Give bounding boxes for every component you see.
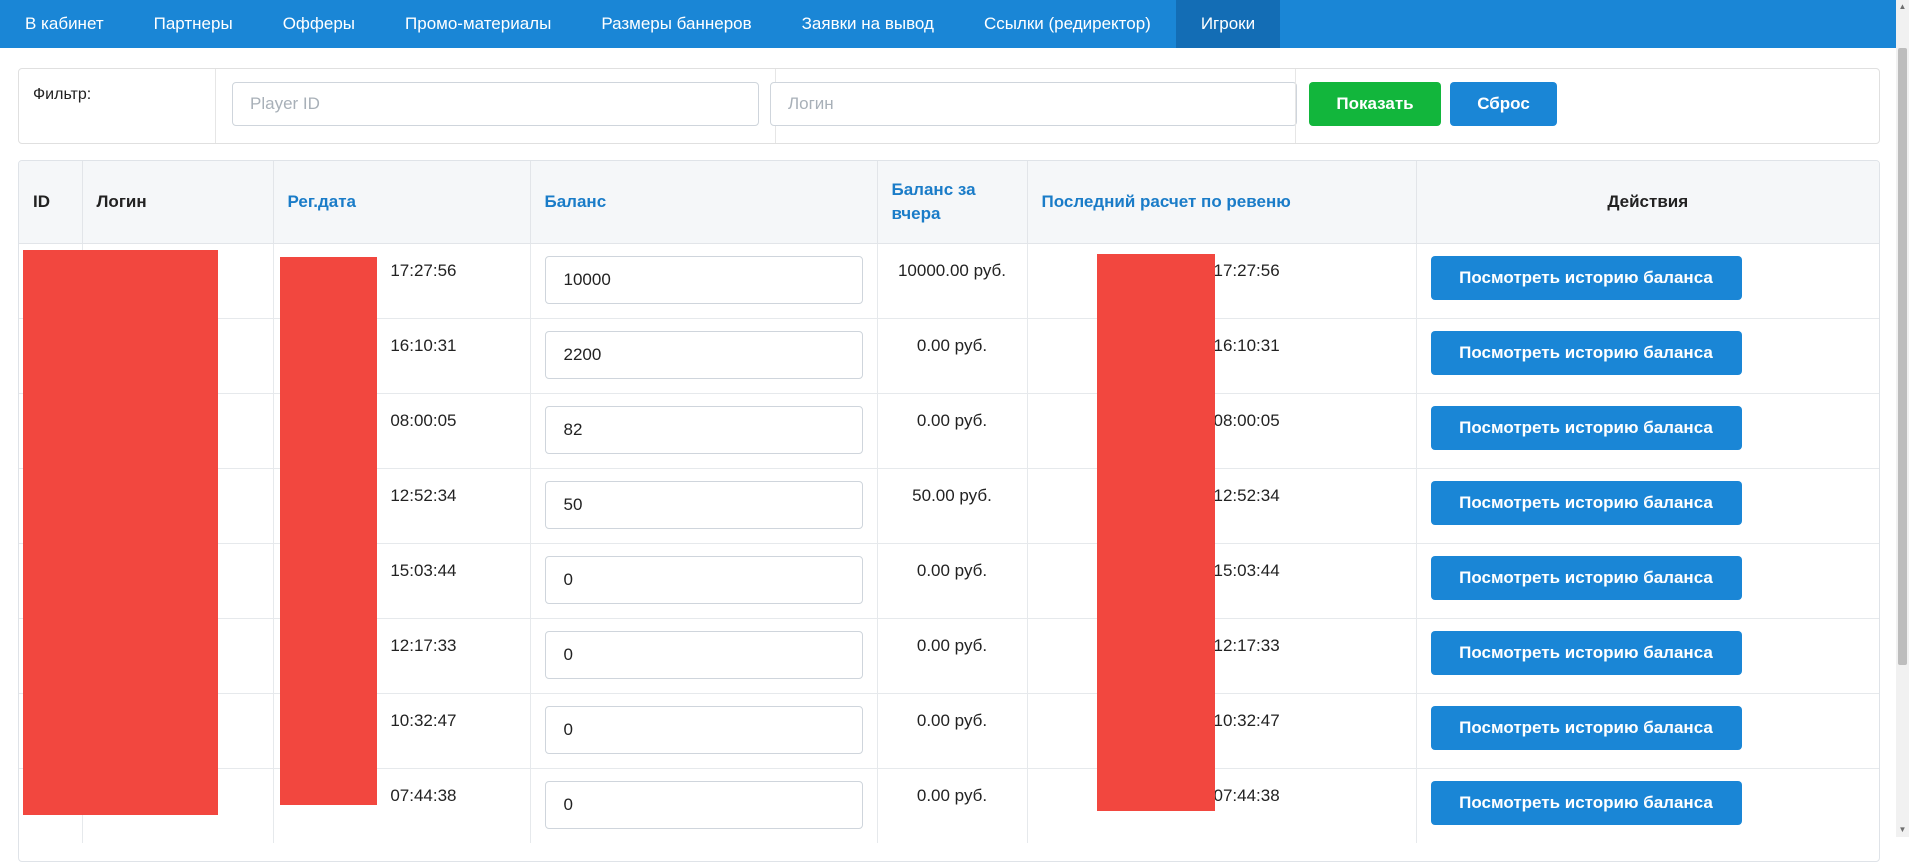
scroll-thumb[interactable] bbox=[1898, 48, 1907, 665]
table-header-row: ID Логин Рег.дата Баланс Баланс за вчера… bbox=[19, 161, 1879, 244]
reg-time: 16:10:31 bbox=[390, 335, 457, 355]
view-balance-history-button[interactable]: Посмотреть историю баланса bbox=[1430, 255, 1742, 300]
cell-balance-yesterday: 0.00 руб. bbox=[877, 392, 1028, 468]
cell-last-revenue-calc: 10:32:47 bbox=[1027, 692, 1417, 768]
cell-balance bbox=[530, 767, 878, 843]
filter-divider bbox=[1295, 69, 1296, 143]
reset-button[interactable]: Сброс bbox=[1450, 82, 1557, 126]
balance-input[interactable] bbox=[544, 405, 863, 454]
reg-time: 08:00:05 bbox=[390, 410, 457, 430]
column-header-last-revenue-calc[interactable]: Последний расчет по ревеню bbox=[1027, 161, 1417, 244]
cell-actions: Посмотреть историю баланса bbox=[1416, 317, 1879, 393]
cell-balance-yesterday: 0.00 руб. bbox=[877, 317, 1028, 393]
balance-input[interactable] bbox=[544, 630, 863, 679]
reg-time: 10:32:47 bbox=[390, 710, 457, 730]
nav-item-partners[interactable]: Партнеры bbox=[129, 0, 258, 48]
last-calc-time: 15:03:44 bbox=[1213, 560, 1280, 580]
cell-actions: Посмотреть историю баланса bbox=[1416, 242, 1879, 318]
cell-balance bbox=[530, 242, 878, 318]
cell-balance-yesterday: 10000.00 руб. bbox=[877, 242, 1028, 318]
cell-last-revenue-calc: 08:00:05 bbox=[1027, 392, 1417, 468]
nav-item-redirector-links[interactable]: Ссылки (редиректор) bbox=[959, 0, 1176, 48]
reg-time: 17:27:56 bbox=[390, 260, 457, 280]
balance-input[interactable] bbox=[544, 780, 863, 829]
cell-actions: Посмотреть историю баланса bbox=[1416, 542, 1879, 618]
view-balance-history-button[interactable]: Посмотреть историю баланса bbox=[1430, 780, 1742, 825]
filter-divider bbox=[215, 69, 216, 143]
reg-time: 15:03:44 bbox=[390, 560, 457, 580]
cell-last-revenue-calc: 15:03:44 bbox=[1027, 542, 1417, 618]
last-calc-time: 07:44:38 bbox=[1213, 785, 1280, 805]
cell-actions: Посмотреть историю баланса bbox=[1416, 692, 1879, 768]
reg-time: 12:52:34 bbox=[390, 485, 457, 505]
view-balance-history-button[interactable]: Посмотреть историю баланса bbox=[1430, 630, 1742, 675]
nav-item-withdrawal-requests[interactable]: Заявки на вывод bbox=[777, 0, 959, 48]
column-header-balance[interactable]: Баланс bbox=[530, 161, 878, 244]
balance-input[interactable] bbox=[544, 480, 863, 529]
view-balance-history-button[interactable]: Посмотреть историю баланса bbox=[1430, 405, 1742, 450]
redacted-reg-date-block bbox=[280, 257, 377, 805]
cell-balance bbox=[530, 692, 878, 768]
login-input[interactable] bbox=[770, 82, 1297, 126]
cell-balance bbox=[530, 317, 878, 393]
filter-label: Фильтр: bbox=[33, 86, 92, 103]
column-header-actions: Действия bbox=[1416, 161, 1879, 244]
view-balance-history-button[interactable]: Посмотреть историю баланса bbox=[1430, 705, 1742, 750]
player-id-input[interactable] bbox=[232, 82, 759, 126]
cell-balance bbox=[530, 392, 878, 468]
column-header-reg-date[interactable]: Рег.дата bbox=[273, 161, 531, 244]
cell-last-revenue-calc: 07:44:38 bbox=[1027, 767, 1417, 843]
page-scrollbar[interactable]: ▲ ▼ bbox=[1896, 0, 1909, 837]
cell-balance-yesterday: 0.00 руб. bbox=[877, 617, 1028, 693]
cell-last-revenue-calc: 16:10:31 bbox=[1027, 317, 1417, 393]
filter-panel: Фильтр: Показать Сброс bbox=[18, 68, 1880, 144]
cell-balance bbox=[530, 467, 878, 543]
cell-actions: Посмотреть историю баланса bbox=[1416, 392, 1879, 468]
balance-input[interactable] bbox=[544, 705, 863, 754]
last-calc-time: 10:32:47 bbox=[1213, 710, 1280, 730]
cell-last-revenue-calc: 12:17:33 bbox=[1027, 617, 1417, 693]
view-balance-history-button[interactable]: Посмотреть историю баланса bbox=[1430, 330, 1742, 375]
reg-time: 12:17:33 bbox=[390, 635, 457, 655]
cell-balance bbox=[530, 617, 878, 693]
redacted-last-calc-date-block bbox=[1097, 254, 1215, 811]
cell-balance-yesterday: 0.00 руб. bbox=[877, 767, 1028, 843]
top-nav: В кабинет Партнеры Офферы Промо-материал… bbox=[0, 0, 1896, 48]
show-button[interactable]: Показать bbox=[1309, 82, 1441, 126]
last-calc-time: 16:10:31 bbox=[1213, 335, 1280, 355]
redacted-id-login-block bbox=[23, 250, 218, 815]
nav-item-banner-sizes[interactable]: Размеры баннеров bbox=[576, 0, 776, 48]
last-calc-time: 08:00:05 bbox=[1213, 410, 1280, 430]
scroll-up-arrow-icon[interactable]: ▲ bbox=[1896, 0, 1909, 14]
cell-balance-yesterday: 50.00 руб. bbox=[877, 467, 1028, 543]
scroll-down-arrow-icon[interactable]: ▼ bbox=[1896, 823, 1909, 837]
nav-item-offers[interactable]: Офферы bbox=[258, 0, 380, 48]
balance-input[interactable] bbox=[544, 255, 863, 304]
balance-input[interactable] bbox=[544, 330, 863, 379]
column-header-id: ID bbox=[19, 161, 83, 244]
reg-time: 07:44:38 bbox=[390, 785, 457, 805]
cell-balance bbox=[530, 542, 878, 618]
last-calc-time: 17:27:56 bbox=[1213, 260, 1280, 280]
column-header-login: Логин bbox=[82, 161, 274, 244]
last-calc-time: 12:52:34 bbox=[1213, 485, 1280, 505]
view-balance-history-button[interactable]: Посмотреть историю баланса bbox=[1430, 555, 1742, 600]
view-balance-history-button[interactable]: Посмотреть историю баланса bbox=[1430, 480, 1742, 525]
column-header-balance-yesterday[interactable]: Баланс за вчера bbox=[877, 161, 1028, 244]
last-calc-time: 12:17:33 bbox=[1213, 635, 1280, 655]
nav-item-players[interactable]: Игроки bbox=[1175, 0, 1281, 48]
cell-last-revenue-calc: 17:27:56 bbox=[1027, 242, 1417, 318]
cell-actions: Посмотреть историю баланса bbox=[1416, 617, 1879, 693]
nav-item-promo-materials[interactable]: Промо-материалы bbox=[380, 0, 576, 48]
balance-input[interactable] bbox=[544, 555, 863, 604]
cell-actions: Посмотреть историю баланса bbox=[1416, 767, 1879, 843]
cell-balance-yesterday: 0.00 руб. bbox=[877, 542, 1028, 618]
nav-item-cabinet[interactable]: В кабинет bbox=[0, 0, 129, 48]
cell-last-revenue-calc: 12:52:34 bbox=[1027, 467, 1417, 543]
cell-balance-yesterday: 0.00 руб. bbox=[877, 692, 1028, 768]
cell-actions: Посмотреть историю баланса bbox=[1416, 467, 1879, 543]
